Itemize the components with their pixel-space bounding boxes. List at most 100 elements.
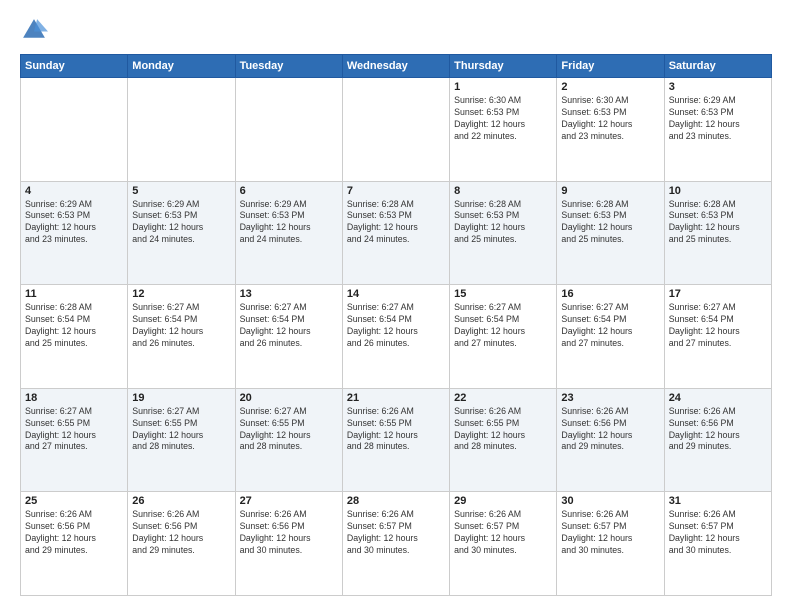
calendar-day-cell: 31 Sunrise: 6:26 AM Sunset: 6:57 PM Dayli… xyxy=(664,492,771,596)
day-info: Sunrise: 6:29 AM Sunset: 6:53 PM Dayligh… xyxy=(669,95,767,143)
day-info: Sunrise: 6:27 AM Sunset: 6:55 PM Dayligh… xyxy=(240,406,338,454)
day-number: 2 xyxy=(561,81,659,93)
calendar-day-cell: 9 Sunrise: 6:28 AM Sunset: 6:53 PM Daylig… xyxy=(557,181,664,285)
calendar-day-cell: 11 Sunrise: 6:28 AM Sunset: 6:54 PM Dayli… xyxy=(21,285,128,389)
calendar-day-cell: 19 Sunrise: 6:27 AM Sunset: 6:55 PM Dayli… xyxy=(128,388,235,492)
day-info: Sunrise: 6:27 AM Sunset: 6:55 PM Dayligh… xyxy=(25,406,123,454)
day-info: Sunrise: 6:28 AM Sunset: 6:53 PM Dayligh… xyxy=(454,199,552,247)
day-number: 14 xyxy=(347,288,445,300)
calendar-day-cell: 27Sunrise: 6:26 AM Sunset: 6:56 PM Dayli… xyxy=(235,492,342,596)
day-number: 22 xyxy=(454,392,552,404)
weekday-header-friday: Friday xyxy=(557,55,664,78)
weekday-header-tuesday: Tuesday xyxy=(235,55,342,78)
calendar-day-cell xyxy=(342,78,449,182)
calendar-day-cell xyxy=(21,78,128,182)
calendar-day-cell: 7 Sunrise: 6:28 AM Sunset: 6:53 PM Daylig… xyxy=(342,181,449,285)
calendar-day-cell: 18 Sunrise: 6:27 AM Sunset: 6:55 PM Dayli… xyxy=(21,388,128,492)
day-info: Sunrise: 6:26 AM Sunset: 6:57 PM Dayligh… xyxy=(347,509,445,557)
day-info: Sunrise: 6:26 AM Sunset: 6:57 PM Dayligh… xyxy=(669,509,767,557)
day-number: 12 xyxy=(132,288,230,300)
day-info: Sunrise: 6:26 AM Sunset: 6:56 PM Dayligh… xyxy=(132,509,230,557)
calendar-day-cell xyxy=(128,78,235,182)
weekday-header-wednesday: Wednesday xyxy=(342,55,449,78)
day-info: Sunrise: 6:28 AM Sunset: 6:53 PM Dayligh… xyxy=(561,199,659,247)
calendar-day-cell: 28 Sunrise: 6:26 AM Sunset: 6:57 PM Dayli… xyxy=(342,492,449,596)
day-number: 23 xyxy=(561,392,659,404)
day-number: 10 xyxy=(669,185,767,197)
calendar-day-cell: 14 Sunrise: 6:27 AM Sunset: 6:54 PM Dayli… xyxy=(342,285,449,389)
day-info: Sunrise: 6:29 AM Sunset: 6:53 PM Dayligh… xyxy=(132,199,230,247)
day-number: 28 xyxy=(347,495,445,507)
calendar-day-cell: 16Sunrise: 6:27 AM Sunset: 6:54 PM Dayli… xyxy=(557,285,664,389)
day-number: 4 xyxy=(25,185,123,197)
calendar-day-cell: 15 Sunrise: 6:27 AM Sunset: 6:54 PM Dayli… xyxy=(450,285,557,389)
day-info: Sunrise: 6:26 AM Sunset: 6:57 PM Dayligh… xyxy=(561,509,659,557)
calendar-day-cell: 3 Sunrise: 6:29 AM Sunset: 6:53 PM Daylig… xyxy=(664,78,771,182)
day-number: 8 xyxy=(454,185,552,197)
calendar-day-cell xyxy=(235,78,342,182)
calendar-table: SundayMondayTuesdayWednesdayThursdayFrid… xyxy=(20,54,772,596)
calendar-day-cell: 13 Sunrise: 6:27 AM Sunset: 6:54 PM Dayli… xyxy=(235,285,342,389)
day-info: Sunrise: 6:26 AM Sunset: 6:56 PM Dayligh… xyxy=(561,406,659,454)
calendar-day-cell: 26 Sunrise: 6:26 AM Sunset: 6:56 PM Dayli… xyxy=(128,492,235,596)
calendar-day-cell: 30 Sunrise: 6:26 AM Sunset: 6:57 PM Dayli… xyxy=(557,492,664,596)
calendar-day-cell: 23 Sunrise: 6:26 AM Sunset: 6:56 PM Dayli… xyxy=(557,388,664,492)
day-number: 1 xyxy=(454,81,552,93)
day-number: 25 xyxy=(25,495,123,507)
day-number: 29 xyxy=(454,495,552,507)
weekday-header-row: SundayMondayTuesdayWednesdayThursdayFrid… xyxy=(21,55,772,78)
day-number: 26 xyxy=(132,495,230,507)
day-info: Sunrise: 6:28 AM Sunset: 6:53 PM Dayligh… xyxy=(347,199,445,247)
day-number: 30 xyxy=(561,495,659,507)
logo-icon xyxy=(20,16,48,44)
day-number: 11 xyxy=(25,288,123,300)
calendar-day-cell: 24Sunrise: 6:26 AM Sunset: 6:56 PM Dayli… xyxy=(664,388,771,492)
day-number: 18 xyxy=(25,392,123,404)
day-info: Sunrise: 6:26 AM Sunset: 6:56 PM Dayligh… xyxy=(25,509,123,557)
day-number: 9 xyxy=(561,185,659,197)
day-number: 19 xyxy=(132,392,230,404)
day-info: Sunrise: 6:26 AM Sunset: 6:57 PM Dayligh… xyxy=(454,509,552,557)
day-number: 21 xyxy=(347,392,445,404)
calendar-day-cell: 5 Sunrise: 6:29 AM Sunset: 6:53 PM Daylig… xyxy=(128,181,235,285)
day-info: Sunrise: 6:27 AM Sunset: 6:54 PM Dayligh… xyxy=(454,302,552,350)
day-info: Sunrise: 6:30 AM Sunset: 6:53 PM Dayligh… xyxy=(454,95,552,143)
day-info: Sunrise: 6:28 AM Sunset: 6:54 PM Dayligh… xyxy=(25,302,123,350)
day-number: 3 xyxy=(669,81,767,93)
page: SundayMondayTuesdayWednesdayThursdayFrid… xyxy=(0,0,792,612)
day-info: Sunrise: 6:27 AM Sunset: 6:54 PM Dayligh… xyxy=(240,302,338,350)
day-number: 16 xyxy=(561,288,659,300)
day-info: Sunrise: 6:29 AM Sunset: 6:53 PM Dayligh… xyxy=(240,199,338,247)
calendar-day-cell: 8 Sunrise: 6:28 AM Sunset: 6:53 PM Daylig… xyxy=(450,181,557,285)
day-info: Sunrise: 6:29 AM Sunset: 6:53 PM Dayligh… xyxy=(25,199,123,247)
calendar-day-cell: 4 Sunrise: 6:29 AM Sunset: 6:53 PM Daylig… xyxy=(21,181,128,285)
day-number: 6 xyxy=(240,185,338,197)
calendar-day-cell: 2 Sunrise: 6:30 AM Sunset: 6:53 PM Daylig… xyxy=(557,78,664,182)
logo xyxy=(20,16,52,44)
day-number: 7 xyxy=(347,185,445,197)
day-number: 27 xyxy=(240,495,338,507)
day-number: 17 xyxy=(669,288,767,300)
day-number: 13 xyxy=(240,288,338,300)
calendar-week-row: 18 Sunrise: 6:27 AM Sunset: 6:55 PM Dayli… xyxy=(21,388,772,492)
day-info: Sunrise: 6:27 AM Sunset: 6:54 PM Dayligh… xyxy=(347,302,445,350)
day-info: Sunrise: 6:27 AM Sunset: 6:55 PM Dayligh… xyxy=(132,406,230,454)
calendar-week-row: 4 Sunrise: 6:29 AM Sunset: 6:53 PM Daylig… xyxy=(21,181,772,285)
day-number: 31 xyxy=(669,495,767,507)
day-info: Sunrise: 6:27 AM Sunset: 6:54 PM Dayligh… xyxy=(132,302,230,350)
weekday-header-sunday: Sunday xyxy=(21,55,128,78)
day-info: Sunrise: 6:30 AM Sunset: 6:53 PM Dayligh… xyxy=(561,95,659,143)
day-number: 5 xyxy=(132,185,230,197)
day-info: Sunrise: 6:26 AM Sunset: 6:55 PM Dayligh… xyxy=(454,406,552,454)
day-info: Sunrise: 6:27 AM Sunset: 6:54 PM Dayligh… xyxy=(669,302,767,350)
day-info: Sunrise: 6:26 AM Sunset: 6:55 PM Dayligh… xyxy=(347,406,445,454)
calendar-day-cell: 21 Sunrise: 6:26 AM Sunset: 6:55 PM Dayli… xyxy=(342,388,449,492)
weekday-header-monday: Monday xyxy=(128,55,235,78)
calendar-day-cell: 6 Sunrise: 6:29 AM Sunset: 6:53 PM Daylig… xyxy=(235,181,342,285)
day-number: 24 xyxy=(669,392,767,404)
day-number: 15 xyxy=(454,288,552,300)
header xyxy=(20,16,772,44)
weekday-header-thursday: Thursday xyxy=(450,55,557,78)
calendar-day-cell: 1 Sunrise: 6:30 AM Sunset: 6:53 PM Daylig… xyxy=(450,78,557,182)
calendar-day-cell: 10Sunrise: 6:28 AM Sunset: 6:53 PM Dayli… xyxy=(664,181,771,285)
